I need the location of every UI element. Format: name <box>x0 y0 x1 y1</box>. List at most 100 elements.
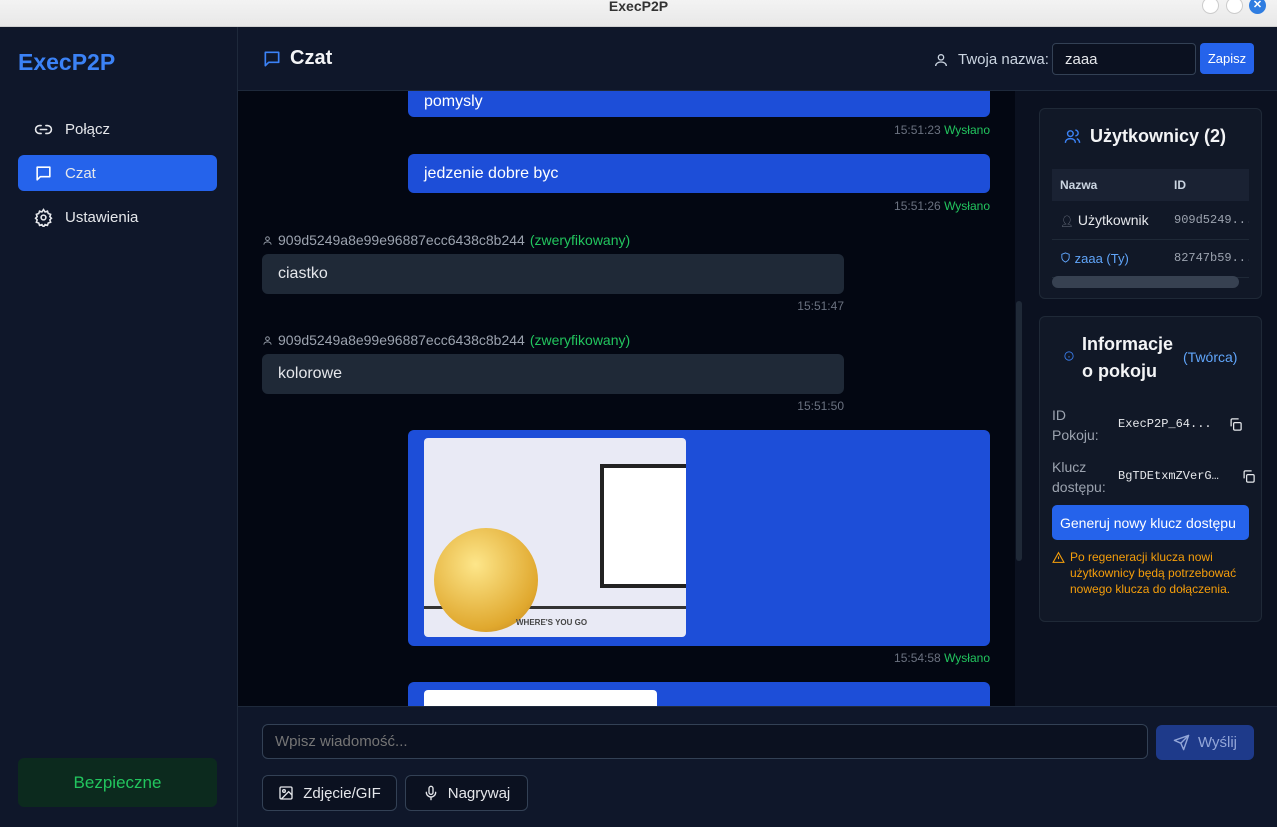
message-outgoing: jedzenie dobre byc <box>408 154 990 193</box>
user-name: Użytkownik <box>1077 211 1149 228</box>
room-id-value: ExecP2P_64... <box>1118 417 1212 431</box>
warning-icon <box>1052 551 1065 563</box>
gif-image[interactable]: WHERE'S YOU GO <box>424 438 686 637</box>
message-time: 15:51:23 <box>894 123 941 137</box>
verified-label: (zweryfikowany) <box>529 232 631 248</box>
message-sender: 909d5249a8e99e96887ecc6438c8b244 (zweryf… <box>262 332 630 348</box>
gear-icon <box>34 207 53 227</box>
column-header-id: ID <box>1166 169 1249 201</box>
copy-icon[interactable] <box>1228 417 1243 432</box>
record-button[interactable]: Nagrywaj <box>405 775 528 811</box>
sidebar-item-label: Połącz <box>65 120 111 138</box>
sidebar-item-chat[interactable]: Czat <box>18 155 217 191</box>
user-icon <box>263 235 272 245</box>
regenerate-key-button[interactable]: Generuj nowy klucz dostępu <box>1052 505 1249 540</box>
message-time: 15:51:47 <box>797 299 844 313</box>
table-row[interactable]: zaaa (Ty) 82747b59... <box>1052 239 1249 278</box>
sidebar-item-connect[interactable]: Połącz <box>18 111 217 147</box>
message-text: jedzenie dobre byc <box>424 165 559 182</box>
chat-icon <box>264 51 280 67</box>
message-input[interactable] <box>262 724 1148 759</box>
message-meta: 15:51:47 <box>594 299 844 313</box>
window-titlebar: ExecP2P ✕ <box>0 0 1277 27</box>
info-panel: Użytkownicy (2) Nazwa ID 👤︎ Użytkownik 9… <box>1023 91 1277 706</box>
table-row[interactable]: 👤︎ Użytkownik 909d5249... <box>1052 201 1249 240</box>
chat-messages[interactable]: pomysly 15:51:23 Wysłano jedzenie dobre … <box>238 91 1023 706</box>
scrollbar-thumb[interactable] <box>1016 301 1022 561</box>
send-label: Wyślij <box>1197 734 1238 751</box>
microphone-icon <box>425 785 437 801</box>
room-role: (Twórca) <box>1183 349 1238 365</box>
message-outgoing-image: WHERE'S YOU GO <box>408 430 990 646</box>
message-sender: 909d5249a8e99e96887ecc6438c8b244 (zweryf… <box>262 232 630 248</box>
message-meta: 15:51:26 Wysłano <box>738 199 990 213</box>
image-gif-label: Zdjęcie/GIF <box>303 784 381 802</box>
regen-warning-text: Po regeneracji klucza nowi użytkownicy b… <box>1070 550 1237 596</box>
message-time: 15:51:50 <box>797 399 844 413</box>
image-gif-button[interactable]: Zdjęcie/GIF <box>262 775 397 811</box>
user-id: 82747b59... <box>1166 239 1249 278</box>
save-username-button[interactable]: Zapisz <box>1200 43 1254 74</box>
message-time: 15:54:58 <box>894 651 941 665</box>
column-header-name: Nazwa <box>1052 169 1166 201</box>
monitor-shape <box>600 464 686 588</box>
window-title: ExecP2P <box>608 0 669 14</box>
message-incoming: ciastko <box>262 254 844 294</box>
message-text: pomysly <box>424 93 483 110</box>
username-label-text: Twoja nazwa: <box>958 51 1049 68</box>
info-icon <box>1064 351 1074 361</box>
verified-label: (zweryfikowany) <box>529 332 631 348</box>
link-icon <box>34 124 53 134</box>
username-input[interactable] <box>1052 43 1196 75</box>
sidebar-item-label: Ustawienia <box>65 208 139 226</box>
sender-id: 909d5249a8e99e96887ecc6438c8b244 <box>278 332 525 348</box>
smiley-emoji-icon <box>434 528 538 632</box>
message-text: kolorowe <box>278 365 343 382</box>
user-icon: 👤︎ <box>1060 215 1074 228</box>
room-id-label: ID Pokoju: <box>1052 407 1099 443</box>
page-title: Czat <box>290 47 333 69</box>
message-composer: Wyślij Zdjęcie/GIF Nagrywaj <box>238 706 1277 827</box>
users-table-wrap: Nazwa ID 👤︎ Użytkownik 909d5249... zaaa … <box>1052 169 1249 278</box>
shield-icon <box>1061 251 1070 263</box>
users-icon <box>1064 129 1081 143</box>
sidebar-item-label: Czat <box>65 164 96 182</box>
access-key-value: BgTDEtxmZVerG… <box>1118 469 1219 483</box>
message-meta: 15:54:58 Wysłano <box>738 651 990 665</box>
record-label: Nagrywaj <box>447 784 511 802</box>
users-card: Użytkownicy (2) Nazwa ID 👤︎ Użytkownik 9… <box>1039 108 1262 299</box>
gif-caption: WHERE'S YOU GO <box>516 618 588 627</box>
send-icon <box>1173 734 1190 751</box>
message-meta: 15:51:23 Wysłano <box>738 123 990 137</box>
gif-image[interactable] <box>424 690 657 706</box>
users-card-header: Użytkownicy (2) <box>1064 126 1226 147</box>
sender-id: 909d5249a8e99e96887ecc6438c8b244 <box>278 232 525 248</box>
user-icon <box>935 53 947 66</box>
message-outgoing-image <box>408 682 990 706</box>
brand-logo: ExecP2P <box>18 49 116 75</box>
message-status: Wysłano <box>944 123 990 137</box>
message-time: 15:51:26 <box>894 199 941 213</box>
message-outgoing: pomysly <box>408 91 990 117</box>
room-info-title: Informacje o pokoju <box>1082 334 1174 381</box>
sidebar-item-settings[interactable]: Ustawienia <box>18 199 217 235</box>
send-button[interactable]: Wyślij <box>1156 725 1254 760</box>
copy-icon[interactable] <box>1241 469 1256 484</box>
users-title: Użytkownicy (2) <box>1090 126 1227 146</box>
message-status: Wysłano <box>944 651 990 665</box>
message-text: ciastko <box>278 265 328 282</box>
access-key-label: Klucz dostępu: <box>1052 459 1106 495</box>
regen-warning: Po regeneracji klucza nowi użytkownicy b… <box>1052 549 1252 597</box>
message-incoming: kolorowe <box>262 354 844 394</box>
room-info-card: Informacje o pokoju (Twórca) ID Pokoju: … <box>1039 316 1262 622</box>
chat-scrollbar[interactable] <box>1015 91 1023 706</box>
user-icon <box>263 335 272 345</box>
table-scrollbar[interactable] <box>1052 276 1239 288</box>
message-meta: 15:51:50 <box>594 399 844 413</box>
user-id: 909d5249... <box>1166 201 1249 240</box>
username-label: Twoja nazwa: <box>933 51 1049 68</box>
sidebar: ExecP2P Połącz Czat Ustawienia Bezpieczn… <box>0 27 238 827</box>
user-name: zaaa (Ty) <box>1074 250 1129 266</box>
message-status: Wysłano <box>944 199 990 213</box>
users-table: Nazwa ID 👤︎ Użytkownik 909d5249... zaaa … <box>1052 169 1249 278</box>
